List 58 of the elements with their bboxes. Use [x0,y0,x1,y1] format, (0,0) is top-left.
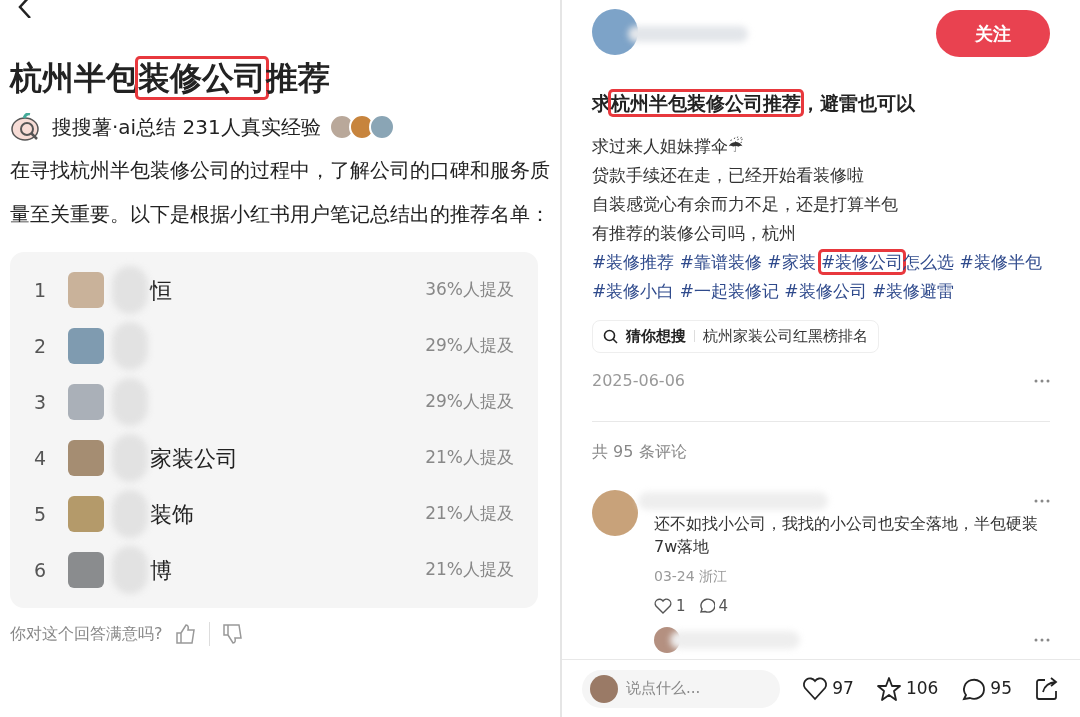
post-text-line: 贷款手续还在走，已经开始看装修啦 [592,163,865,187]
photo-placeholder [68,384,104,420]
favorite-count: 106 [905,676,939,700]
more-icon[interactable] [1034,498,1050,503]
mention-share: 29%人提及 [425,334,514,358]
rank-number: 6 [34,557,48,583]
more-icon[interactable] [1034,638,1050,642]
user-avatar [590,674,618,703]
company-name: 博 [150,556,172,585]
rank-number: 4 [34,445,48,471]
comment-meta: 03-24 浙江 [654,566,729,586]
search-suggestion-chip[interactable]: 猜你想搜 杭州家装公司红黑榜排名 [592,319,879,353]
mention-share: 21%人提及 [425,558,514,582]
back-icon[interactable] [16,0,34,18]
mention-share: 36%人提及 [425,278,514,302]
mention-share: 21%人提及 [425,446,514,470]
heart-icon[interactable] [654,597,672,614]
rank-number: 3 [34,389,48,415]
mention-share: 21%人提及 [425,502,514,526]
speech-bubble-icon[interactable] [697,597,715,615]
comment-count: 共 95 条评论 [591,440,688,463]
rank-number: 1 [34,277,48,303]
reply-count: 4 [718,595,729,617]
user-avatar [592,8,638,55]
summary-paragraph: 在寻找杭州半包装修公司的过程中，了解公司的口碑和服务质量至关重要。以下是根据小红书用户笔记总结出的推荐名单： [10,157,550,228]
search-label: 猜你想搜 [626,325,686,347]
rank-number: 2 [34,333,48,359]
photo-placeholder [68,552,104,588]
search-suggestion-text: 杭州家装公司红黑榜排名 [703,325,868,347]
photo-placeholder [68,328,104,364]
source-label: 搜搜薯·ai总结 231人真实经验 [52,114,321,141]
post-text-line: 自装感觉心有余而力不足，还是打算半包 [592,192,899,216]
thumbs-down-icon[interactable] [221,623,244,645]
post-date: 2025-06-06 [592,369,685,392]
photo-placeholder [68,272,104,308]
star-icon[interactable] [875,675,902,702]
photo-placeholder [68,496,104,532]
like-count: 97 [832,676,854,700]
heart-icon[interactable] [802,675,829,702]
rank-number: 5 [34,501,48,527]
company-name: 装饰 [150,500,194,529]
company-name: 家装公司 [150,444,238,473]
photo-placeholder [68,440,104,476]
comment-total: 95 [990,676,1012,700]
post-text-line: 有推荐的装修公司吗，杭州 [592,221,797,245]
search-icon [603,328,618,344]
thumbs-up-icon[interactable] [174,623,197,645]
feedback-question: 你对这个回答满意吗? [10,623,163,645]
company-name: 恒 [150,276,172,305]
mention-share: 29%人提及 [425,390,514,414]
share-icon[interactable] [1034,675,1060,702]
follow-button[interactable]: 关注 [936,10,1050,57]
post-text-line: 求过来人姐妹撑伞☔ [592,134,745,158]
like-count: 1 [676,595,686,617]
user-avatar [368,114,395,140]
user-avatar [592,489,638,536]
more-icon[interactable] [1034,378,1050,383]
comment-text: 还不如找小公司，我找的小公司也安全落地，半包硬装7w落地 [654,512,1039,558]
